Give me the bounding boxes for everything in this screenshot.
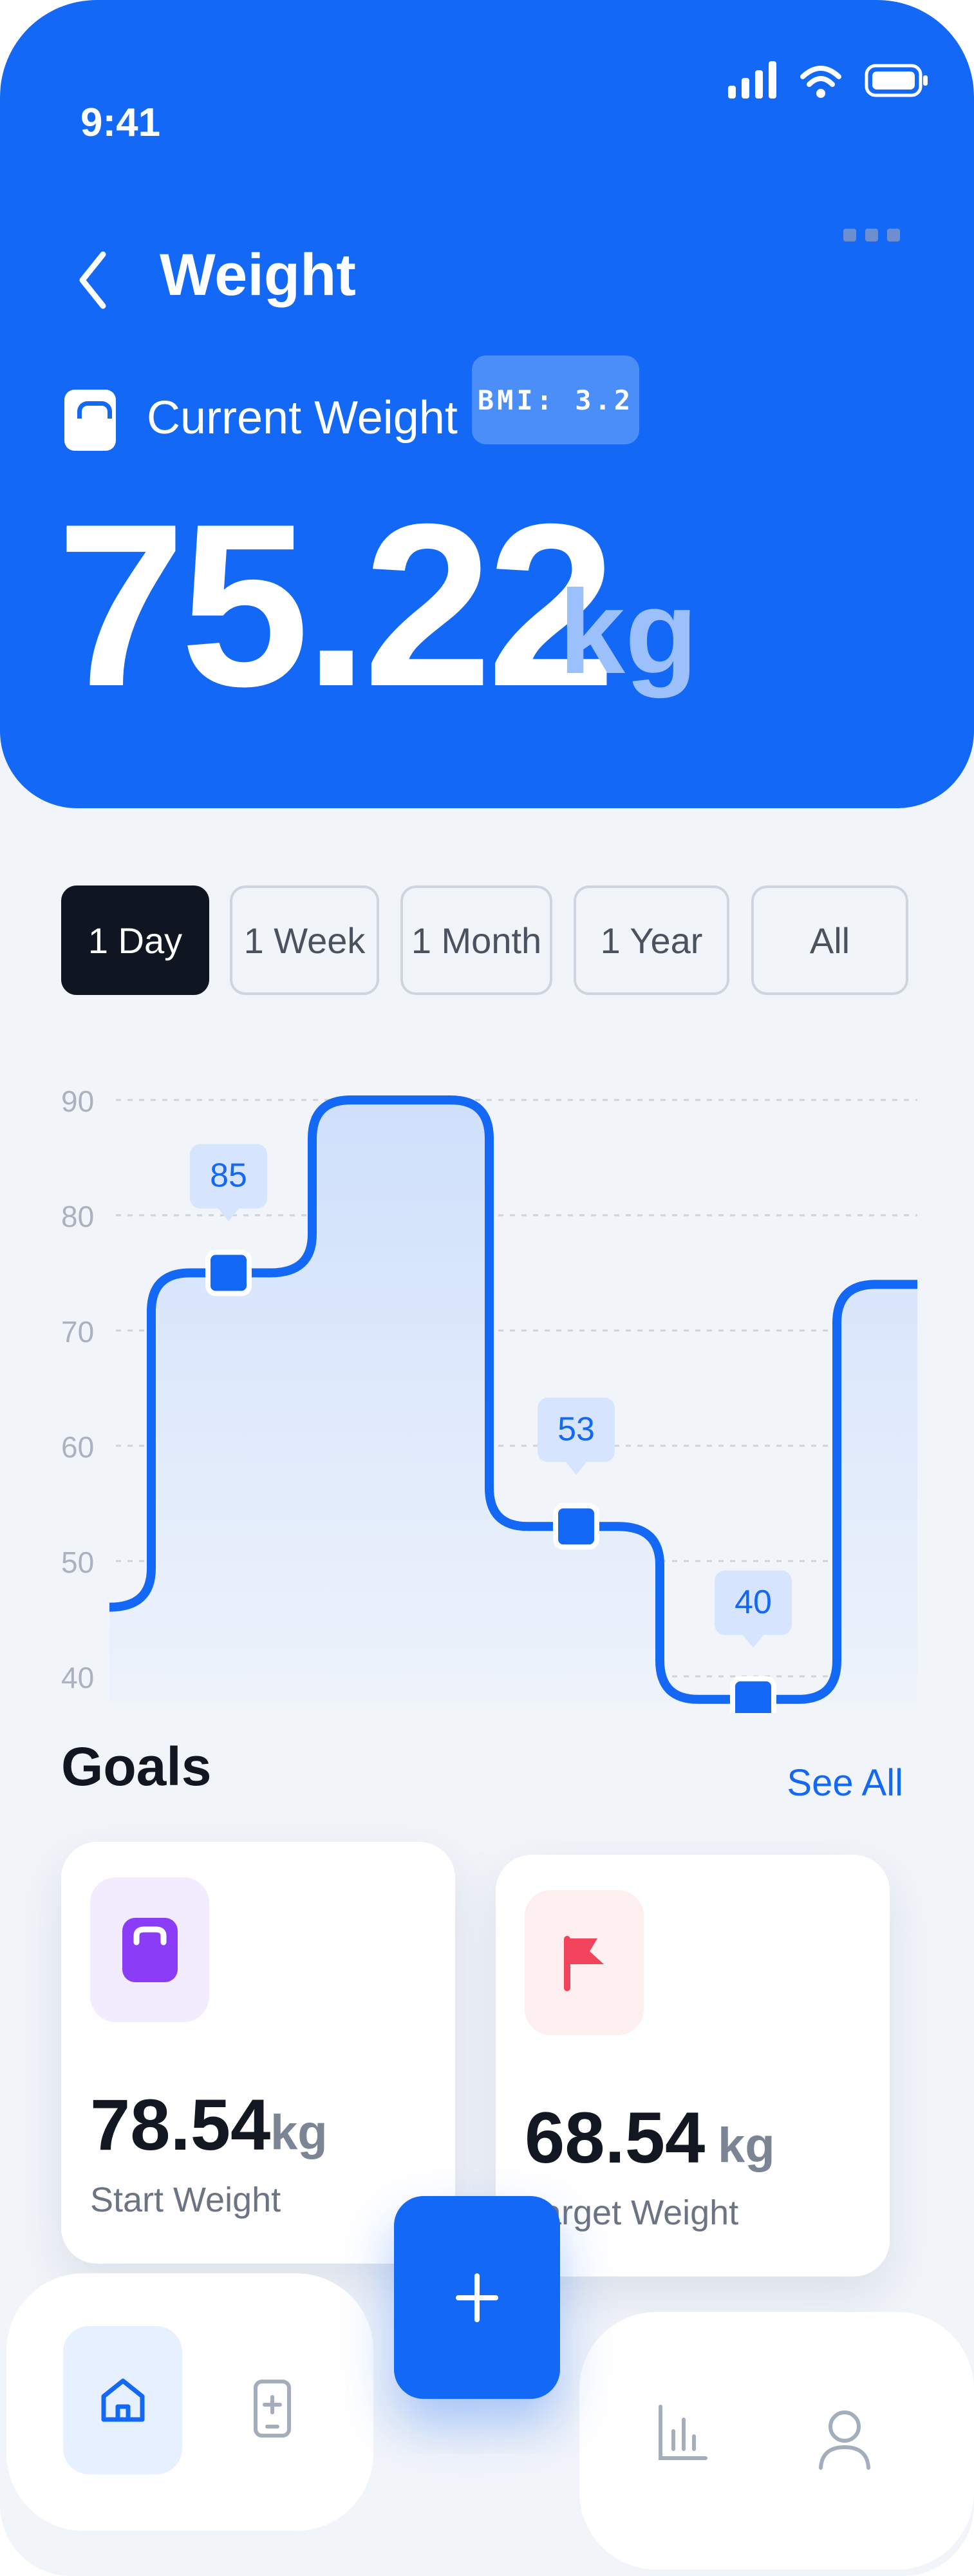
callout-label: 85 — [210, 1157, 247, 1195]
weight-chart-svg: 90 80 70 60 50 40 85 53 40 — [61, 1084, 917, 1713]
nav-stats-button[interactable] — [653, 2402, 711, 2463]
bar-chart-icon — [659, 2404, 707, 2460]
back-button[interactable] — [71, 248, 116, 312]
start-weight-label: Start Weight — [90, 2181, 281, 2219]
y-tick-label: 40 — [61, 1661, 94, 1694]
add-entry-button[interactable] — [394, 2196, 560, 2399]
goals-title: Goals — [61, 1736, 212, 1797]
home-icon — [101, 2378, 144, 2422]
start-weight-card[interactable]: 78.54 kg Start Weight — [61, 1842, 455, 2264]
weight-scale-icon — [122, 1917, 178, 1982]
flag-icon — [563, 1935, 604, 1991]
data-point — [553, 1503, 599, 1550]
wifi-icon — [800, 64, 841, 102]
bmi-badge: BMI: 3.2 — [472, 355, 639, 444]
callout-pointer — [743, 1634, 763, 1648]
y-tick-label: 50 — [61, 1546, 94, 1579]
current-weight-value: 75.22 — [57, 476, 616, 735]
range-tabs: 1 Day 1 Week 1 Month 1 Year All — [61, 886, 917, 995]
tab-all[interactable]: All — [751, 886, 908, 995]
profile-icon — [819, 2410, 870, 2470]
see-all-link[interactable]: See All — [787, 1761, 903, 1804]
target-weight-value: 68.54 — [525, 2098, 706, 2178]
current-weight-label: Current Weight — [147, 392, 458, 444]
chevron-left-icon — [79, 251, 106, 309]
current-weight-unit: kg — [559, 566, 698, 699]
y-tick-label: 80 — [61, 1200, 94, 1233]
bottom-nav-right — [579, 2312, 974, 2570]
more-menu-icon[interactable] — [843, 229, 900, 242]
y-tick-label: 90 — [61, 1084, 94, 1118]
phone-screen: 9:41 Weight Current Weight BMI: 3.2 75.2… — [0, 0, 974, 2576]
data-point — [730, 1676, 776, 1713]
add-icon — [456, 2273, 498, 2322]
start-weight-unit: kg — [270, 2105, 328, 2160]
tab-1-month[interactable]: 1 Month — [400, 886, 552, 995]
weight-scale-icon — [64, 390, 116, 451]
nav-device-button[interactable] — [250, 2376, 295, 2441]
tab-1-day[interactable]: 1 Day — [61, 886, 209, 995]
nav-home-button[interactable] — [63, 2326, 182, 2474]
header-panel: 9:41 Weight Current Weight BMI: 3.2 75.2… — [0, 0, 974, 808]
callout-label: 53 — [557, 1410, 595, 1448]
target-weight-icon-wrap — [525, 1890, 644, 2035]
callout-pointer — [566, 1462, 586, 1475]
data-point — [205, 1249, 252, 1296]
bottom-nav-left — [6, 2273, 373, 2531]
tab-1-week[interactable]: 1 Week — [230, 886, 379, 995]
status-time: 9:41 — [80, 100, 161, 145]
tab-1-year[interactable]: 1 Year — [574, 886, 729, 995]
start-weight-icon-wrap — [90, 1877, 209, 2022]
battery-icon — [865, 64, 929, 102]
callout-label: 40 — [735, 1584, 772, 1621]
y-tick-label: 70 — [61, 1315, 94, 1349]
signal-icon — [728, 61, 777, 102]
device-add-icon — [254, 2380, 291, 2438]
nav-profile-button[interactable] — [812, 2405, 877, 2473]
status-icons — [728, 61, 929, 102]
weight-chart: 90 80 70 60 50 40 85 53 40 — [0, 1056, 974, 1713]
y-tick-label: 60 — [61, 1430, 94, 1464]
target-weight-unit: kg — [718, 2118, 775, 2173]
start-weight-value: 78.54 — [90, 2085, 271, 2165]
page-title: Weight — [160, 242, 356, 308]
